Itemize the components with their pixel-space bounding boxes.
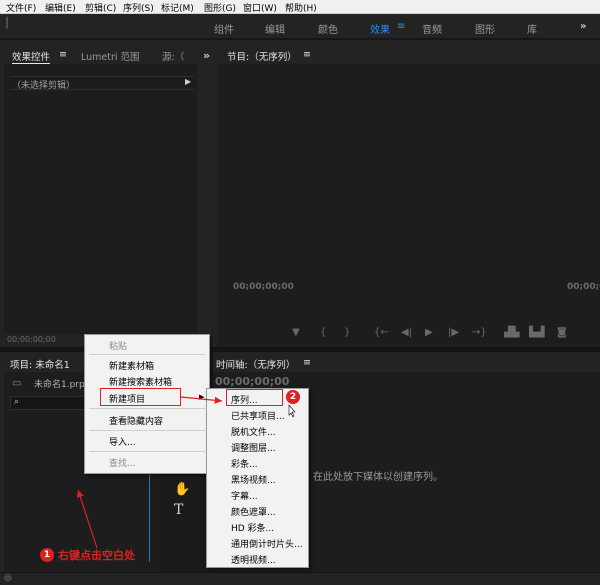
annotation-arrows bbox=[76, 396, 296, 549]
cursor-icon bbox=[288, 404, 296, 418]
step-2-badge: 2 bbox=[286, 390, 300, 404]
arrow-to-sequence bbox=[180, 396, 223, 404]
step-1-badge: 1 bbox=[40, 548, 54, 562]
arrow-to-blank-area bbox=[76, 489, 98, 549]
step-1-label: 右键点击空白处 bbox=[58, 549, 135, 562]
